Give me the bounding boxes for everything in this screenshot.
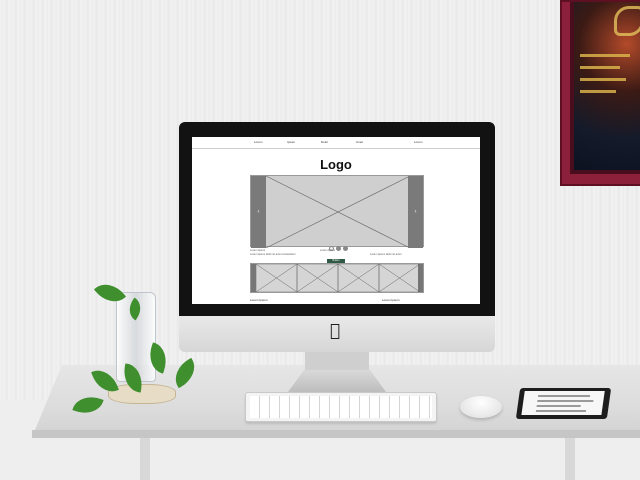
framed-picture: [560, 0, 640, 186]
slider-dot[interactable]: [343, 246, 348, 251]
nav-item[interactable]: Amet: [356, 140, 363, 144]
keyboard: [245, 392, 437, 422]
keyboard-keys: [250, 396, 432, 418]
nav-item[interactable]: Dolor: [321, 140, 328, 144]
tablet-screen-line: [536, 405, 581, 407]
desk-leg: [140, 438, 150, 480]
imac-stand-neck: [305, 352, 369, 370]
wireframe-image-slider: ‹ ›: [250, 175, 424, 251]
tablet-screen: [521, 391, 605, 415]
tablet-screen-line: [537, 400, 594, 402]
wireframe-nav-bar: Lorem Ipsum Dolor Amet Lorem: [192, 139, 480, 149]
wireframe-text: Lorem Ipsum: [250, 249, 266, 252]
wireframe-thumbnail-strip: [250, 263, 424, 293]
imac-stand-foot: [288, 370, 386, 392]
wireframe-text: Lorem Ipsum dolor sit amet consectetur: [250, 253, 296, 256]
tablet-screen-line: [535, 410, 587, 412]
slider-dot[interactable]: [336, 246, 341, 251]
wireframe-logo: Logo: [320, 157, 352, 172]
artwork-script-line: [580, 54, 630, 57]
chevron-left-icon[interactable]: ‹: [251, 176, 266, 248]
desk-edge: [32, 430, 640, 438]
frame-artwork: [574, 2, 640, 170]
thumbnail-placeholders: [256, 264, 420, 292]
tablet: [515, 388, 612, 419]
slider-dots: [329, 238, 350, 256]
apple-logo-icon: : [327, 322, 343, 340]
wireframe-footer-label: Lorem Ipsum: [382, 298, 400, 302]
tablet-screen-line: [537, 395, 591, 397]
mouse: [460, 396, 502, 418]
wireframe-footer-label: Lorem Ipsum: [250, 298, 268, 302]
imac-screen: Lorem Ipsum Dolor Amet Lorem Logo ‹ › Lo…: [192, 137, 480, 304]
nav-item[interactable]: Lorem: [254, 140, 263, 144]
nav-item[interactable]: Lorem: [414, 140, 423, 144]
nav-item[interactable]: Ipsum: [287, 140, 295, 144]
artwork-script-line: [580, 66, 620, 69]
artwork-script-line: [580, 78, 626, 81]
wireframe-text: Lorem Ipsum dolor sit amet: [370, 253, 402, 256]
artwork-flourish: [614, 6, 640, 36]
wireframe-text: Lorem Ipsum: [320, 249, 336, 252]
chevron-right-icon[interactable]: ›: [408, 176, 423, 248]
desk-leg: [565, 438, 575, 480]
artwork-script-line: [580, 90, 616, 93]
